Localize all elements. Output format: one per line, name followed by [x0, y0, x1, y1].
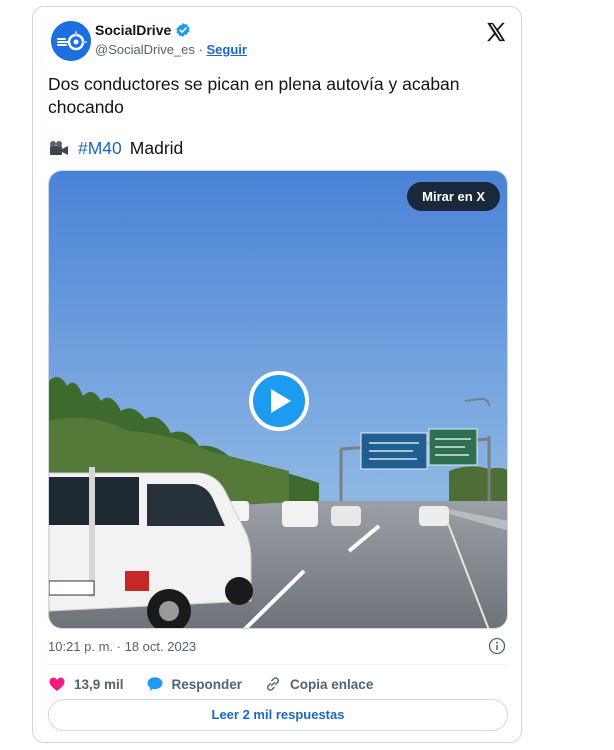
post-timestamp[interactable]: 10:21 p. m. · 18 oct. 2023 [48, 639, 196, 654]
play-icon [271, 389, 291, 413]
reply-label: Responder [171, 676, 243, 692]
play-button[interactable] [249, 371, 309, 431]
avatar[interactable] [51, 21, 91, 61]
copy-link-button[interactable]: Copia enlace [264, 675, 373, 693]
post-tagline: #M40 Madrid [48, 138, 183, 159]
like-count: 13,9 mil [74, 676, 124, 692]
post-card: SocialDrive @SocialDrive_es · Seguir Dos… [32, 6, 522, 743]
account-handle[interactable]: @SocialDrive_es [95, 42, 195, 57]
x-logo-icon[interactable] [485, 21, 507, 43]
divider [48, 664, 506, 665]
socialdrive-logo-icon [51, 21, 91, 61]
copy-link-label: Copia enlace [290, 676, 374, 692]
link-icon [267, 677, 280, 691]
account-name[interactable]: SocialDrive [95, 22, 171, 38]
handle-row: @SocialDrive_es · Seguir [95, 42, 247, 57]
info-icon[interactable] [488, 637, 506, 655]
action-bar: 13,9 mil Responder Copia enlace [48, 675, 395, 693]
video-player[interactable]: Mirar en X [48, 170, 508, 629]
read-replies-button[interactable]: Leer 2 mil respuestas [48, 699, 508, 731]
follow-link[interactable]: Seguir [207, 42, 247, 57]
separator: · [198, 42, 203, 57]
hashtag-link[interactable]: #M40 [78, 138, 122, 159]
like-button[interactable]: 13,9 mil [48, 675, 124, 693]
reply-bubble-icon [147, 677, 163, 691]
heart-icon [49, 677, 65, 691]
movie-camera-icon [50, 140, 68, 155]
watch-on-x-button[interactable]: Mirar en X [407, 182, 500, 211]
verified-badge-icon [176, 23, 190, 37]
reply-button[interactable]: Responder [146, 675, 243, 693]
post-text: Dos conductores se pican en plena autoví… [48, 74, 460, 117]
post-location: Madrid [129, 138, 184, 158]
account-name-row: SocialDrive [95, 22, 191, 38]
